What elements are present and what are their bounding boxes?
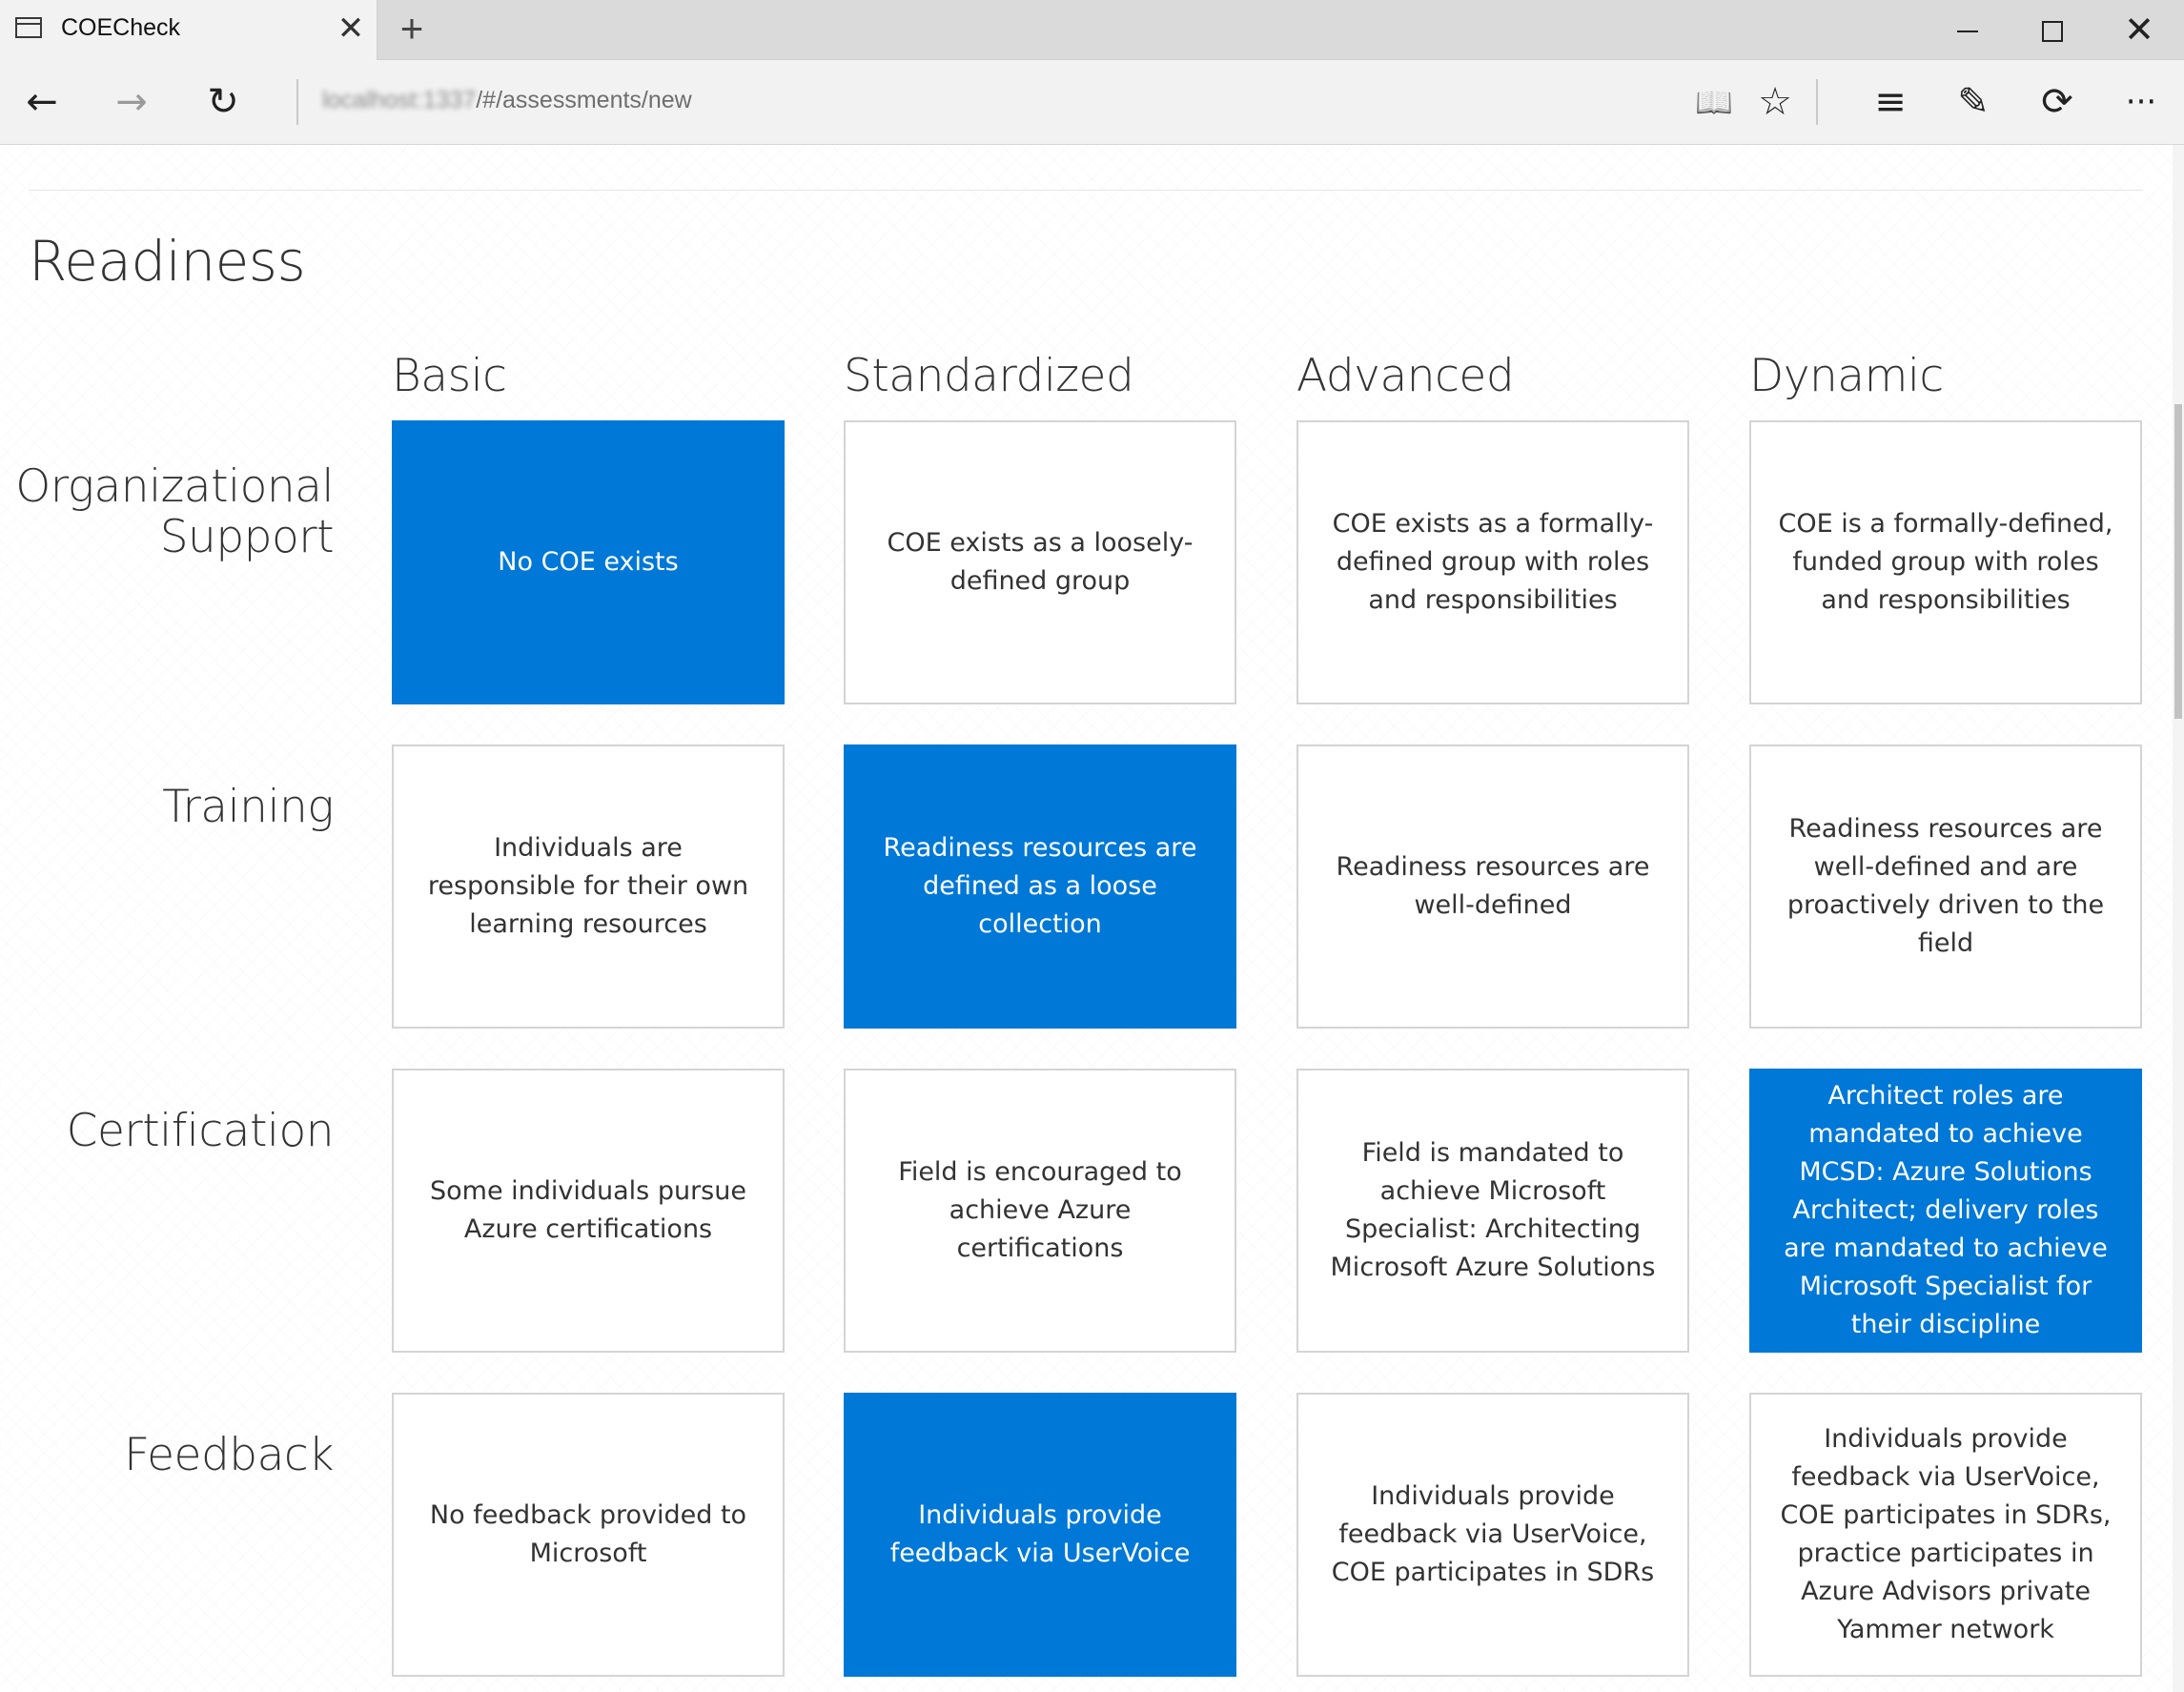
row-label-organizational-support: Organizational Support: [15, 460, 334, 563]
option-card[interactable]: Readiness resources are well-defined: [1296, 744, 1689, 1029]
address-path: /#/assessments/new: [476, 87, 692, 113]
column-header-standardized: Standardized: [844, 350, 1134, 402]
option-card[interactable]: Architect roles are mandated to achieve …: [1749, 1069, 2142, 1353]
column-header-dynamic: Dynamic: [1749, 350, 1944, 402]
window-maximize-button[interactable]: [2023, 8, 2080, 51]
option-card[interactable]: COE exists as a formally-defined group w…: [1296, 420, 1689, 704]
section-title: Readiness: [29, 229, 306, 294]
option-card[interactable]: COE is a formally-defined, funded group …: [1749, 420, 2142, 704]
scrollbar-thumb[interactable]: [2174, 404, 2182, 719]
option-card[interactable]: No COE exists: [392, 420, 785, 704]
hub-icon[interactable]: ≡: [1864, 77, 1917, 127]
row-label-certification: Certification: [66, 1105, 335, 1157]
option-card[interactable]: Some individuals pursue Azure certificat…: [392, 1069, 785, 1353]
new-tab-button[interactable]: +: [393, 8, 431, 50]
back-icon[interactable]: ←: [15, 77, 69, 127]
option-card[interactable]: Individuals are responsible for their ow…: [392, 744, 785, 1029]
option-card[interactable]: Readiness resources are well-defined and…: [1749, 744, 2142, 1029]
tab-strip: COECheck ✕ + ✕: [0, 0, 2184, 60]
toolbar-divider: [1816, 79, 1818, 125]
option-card[interactable]: No feedback provided to Microsoft: [392, 1393, 785, 1677]
page-viewport: Readiness Basic Standardized Advanced Dy…: [0, 145, 2184, 1692]
clipped-previous-text: [105, 145, 1725, 149]
option-card[interactable]: Individuals provide feedback via UserVoi…: [1296, 1393, 1689, 1677]
option-card[interactable]: Individuals provide feedback via UserVoi…: [844, 1393, 1236, 1677]
option-card[interactable]: Field is mandated to achieve Microsoft S…: [1296, 1069, 1689, 1353]
tab-close-icon[interactable]: ✕: [336, 11, 366, 46]
web-note-icon[interactable]: ✎: [1947, 77, 2000, 127]
tab-title: COECheck: [61, 14, 181, 41]
more-icon[interactable]: ···: [2114, 77, 2168, 127]
reading-view-icon[interactable]: 📖: [1687, 77, 1741, 127]
column-header-basic: Basic: [392, 350, 507, 402]
forward-icon[interactable]: →: [105, 77, 158, 127]
refresh-icon[interactable]: ↻: [196, 77, 250, 127]
row-label-feedback: Feedback: [124, 1429, 334, 1481]
option-card[interactable]: Field is encouraged to achieve Azure cer…: [844, 1069, 1236, 1353]
share-icon[interactable]: ⟳: [2031, 77, 2084, 127]
vertical-scrollbar[interactable]: [2173, 145, 2184, 1692]
browser-tab-coecheck[interactable]: COECheck ✕: [0, 0, 378, 60]
option-card[interactable]: COE exists as a loosely-defined group: [844, 420, 1236, 704]
column-header-advanced: Advanced: [1296, 350, 1515, 402]
favorite-star-icon[interactable]: ☆: [1748, 77, 1802, 127]
address-bar[interactable]: localhost:1337/#/assessments/new: [322, 87, 692, 114]
option-card[interactable]: Individuals provide feedback via UserVoi…: [1749, 1393, 2142, 1677]
section-divider: [29, 190, 2143, 191]
navigation-bar: ← → ↻ localhost:1337/#/assessments/new 📖…: [0, 60, 2184, 145]
row-label-training: Training: [162, 781, 334, 833]
window-minimize-button[interactable]: [1938, 8, 1995, 51]
page-icon: [15, 17, 42, 38]
address-divider: [296, 79, 298, 125]
window-close-button[interactable]: ✕: [2111, 8, 2168, 51]
address-host: localhost:1337: [322, 87, 477, 113]
option-card[interactable]: Readiness resources are defined as a loo…: [844, 744, 1236, 1029]
